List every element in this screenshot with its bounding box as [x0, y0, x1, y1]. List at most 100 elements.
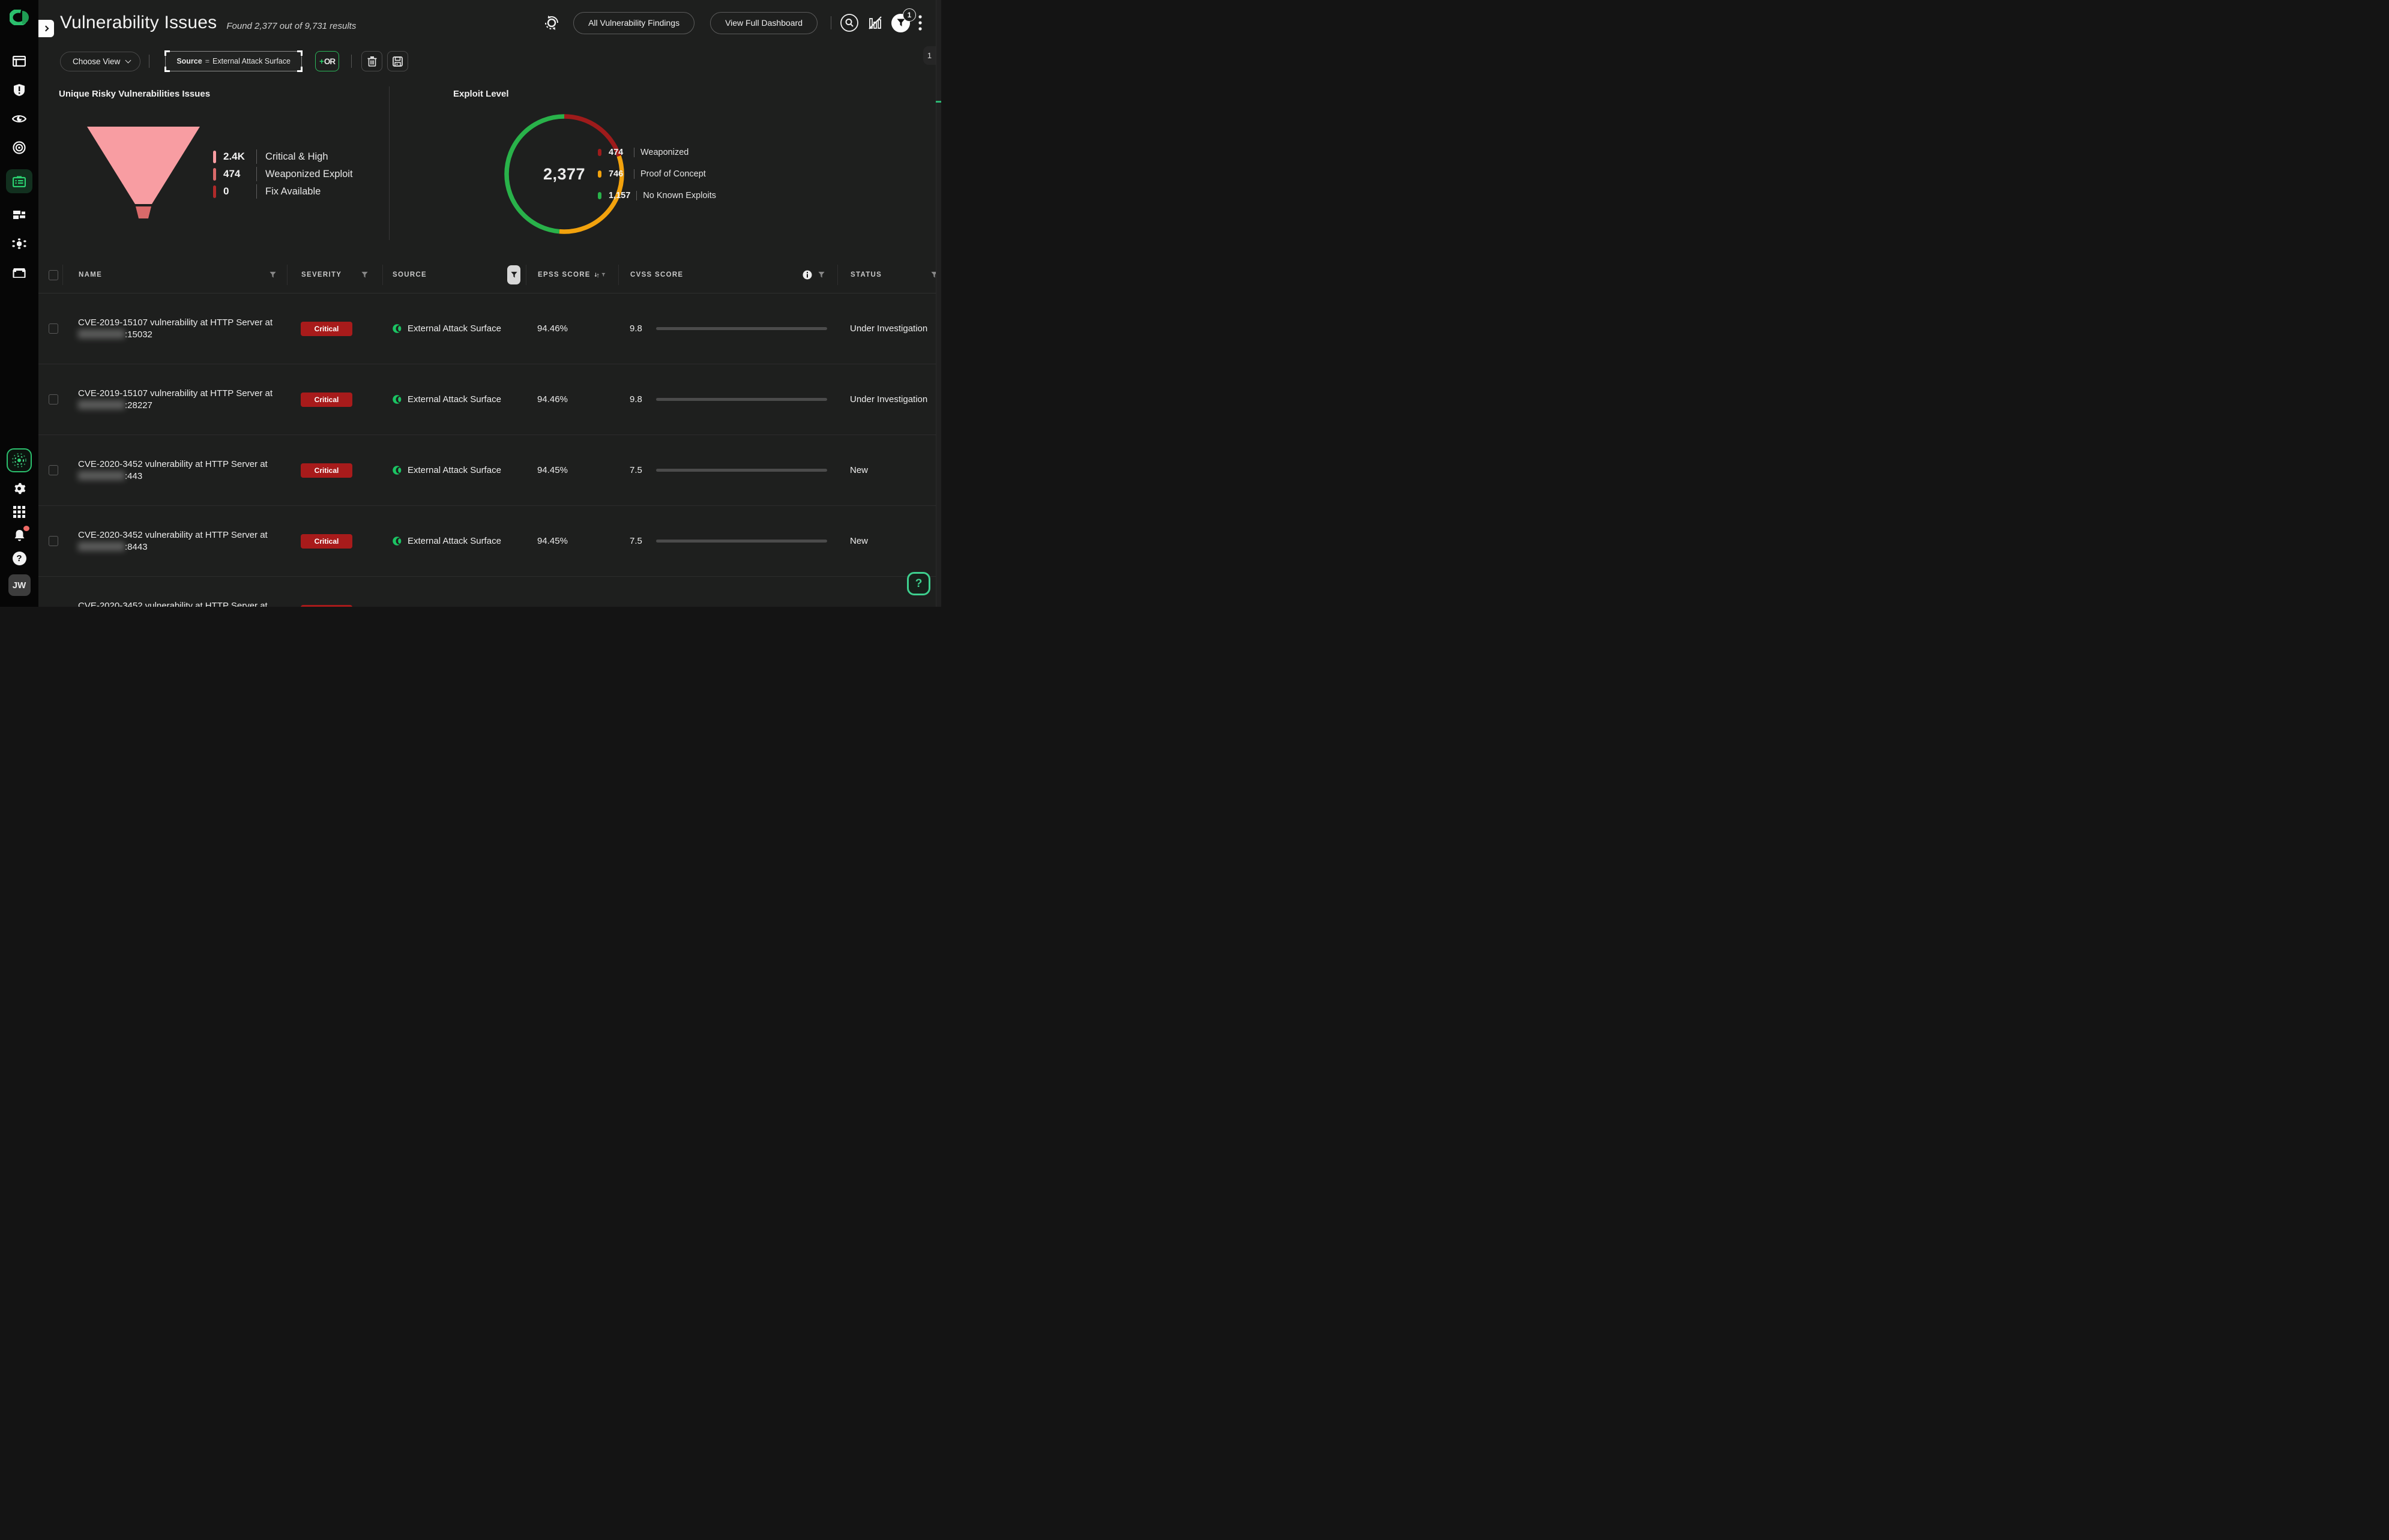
sidebar-help-icon[interactable]: ? [13, 552, 26, 565]
right-panel-strip[interactable] [936, 0, 941, 607]
choose-view-dropdown[interactable]: Choose View [60, 52, 140, 71]
refresh-icon[interactable] [543, 14, 560, 31]
legend-marker [213, 168, 216, 181]
vulnerability-name[interactable]: CVE-2020-3452 vulnerability at HTTP Serv… [78, 529, 268, 553]
sidebar-item-attack-paths-icon[interactable] [12, 236, 26, 251]
filter-icon[interactable] [818, 271, 825, 278]
legend-value: 746 [609, 169, 628, 179]
redacted-ip [78, 542, 125, 551]
vulnerability-name[interactable]: CVE-2020-3452 vulnerability at HTTP Serv… [78, 459, 268, 482]
sidebar: ? JW [0, 0, 38, 607]
table-row[interactable]: CVE-2019-15107 vulnerability at HTTP Ser… [38, 364, 941, 435]
apps-grid-icon[interactable] [12, 505, 26, 519]
legend-marker [598, 192, 601, 199]
donut-chart-title: Exploit Level [453, 89, 509, 99]
select-all-checkbox[interactable] [49, 270, 58, 280]
active-filters-button[interactable]: 1 [891, 14, 910, 32]
column-header-name: NAME [79, 271, 102, 278]
legend-value: 0 [223, 185, 256, 197]
filter-icon[interactable] [270, 271, 276, 278]
cvss-bar [656, 540, 827, 543]
funnel-chart [83, 123, 206, 222]
sort-icon[interactable] [594, 271, 600, 279]
orca-source-icon [392, 394, 402, 405]
legend-label: Critical & High [265, 151, 328, 163]
sidebar-item-dashboard[interactable] [12, 54, 26, 68]
settings-gear-icon[interactable] [12, 481, 26, 496]
column-header-severity: SEVERITY [301, 271, 342, 278]
hide-charts-icon[interactable] [867, 15, 883, 31]
sidebar-item-vulnerabilities-active[interactable] [6, 169, 32, 193]
funnel-icon [897, 19, 905, 27]
chevron-down-icon [125, 57, 131, 63]
vulnerability-name[interactable]: CVE-2020-3452 vulnerability at HTTP Serv… [78, 600, 268, 607]
save-view-icon[interactable] [387, 51, 408, 71]
vulnerability-name[interactable]: CVE-2019-15107 vulnerability at HTTP Ser… [78, 388, 273, 411]
status-label: Under Investigation [850, 394, 927, 405]
cvss-score: 9.8 [630, 394, 652, 405]
severity-badge: Critical [301, 322, 352, 336]
column-header-source: SOURCE [393, 271, 427, 278]
row-checkbox[interactable] [49, 536, 58, 546]
notifications-bell-icon[interactable] [12, 528, 26, 543]
view-full-dashboard-button[interactable]: View Full Dashboard [710, 12, 818, 34]
sidebar-item-inventory-icon[interactable] [12, 265, 26, 280]
orca-source-icon [392, 323, 402, 334]
legend-label: Weaponized [640, 148, 688, 157]
table-row[interactable]: CVE-2020-3452 vulnerability at HTTP Serv… [38, 506, 941, 577]
row-checkbox[interactable] [49, 394, 58, 405]
legend-label: Fix Available [265, 186, 321, 197]
sidebar-item-assets-icon[interactable] [12, 208, 26, 222]
filter-icon-active[interactable] [507, 265, 520, 284]
vulnerability-name[interactable]: CVE-2019-15107 vulnerability at HTTP Ser… [78, 317, 273, 340]
severity-badge: Critical [301, 463, 352, 478]
funnel-legend: 2.4K Critical & High 474 Weaponized Expl… [213, 149, 353, 202]
cvss-bar [656, 398, 827, 401]
row-checkbox[interactable] [49, 465, 58, 475]
cvss-score: 7.5 [630, 465, 652, 475]
sidebar-item-alerts-shield-icon[interactable] [12, 83, 26, 97]
side-panel-tab[interactable]: 1 [923, 46, 936, 65]
table-row[interactable]: CVE-2020-3452 vulnerability at HTTP Serv… [38, 577, 941, 607]
epss-score: 94.46% [537, 323, 568, 334]
table-row[interactable]: CVE-2020-3452 vulnerability at HTTP Serv… [38, 435, 941, 506]
delete-filter-trash-icon[interactable] [361, 51, 382, 71]
all-vulnerability-findings-button[interactable]: All Vulnerability Findings [573, 12, 694, 34]
plus-icon: + [319, 57, 324, 66]
info-icon[interactable] [803, 270, 812, 280]
kebab-menu-icon[interactable] [918, 15, 922, 31]
avatar-initials: JW [13, 580, 26, 591]
legend-value: 474 [223, 168, 256, 180]
search-icon[interactable] [840, 13, 859, 32]
legend-value: 474 [609, 148, 628, 157]
filter-bar: Choose View Source = External Attack Sur… [38, 46, 941, 77]
redacted-ip [78, 400, 125, 409]
scroll-indicator-tick [936, 101, 941, 103]
legend-marker [598, 170, 601, 178]
table-header: NAME SEVERITY SOURCE EPSS SCORE [38, 257, 941, 293]
legend-item: 474 Weaponized [598, 146, 716, 159]
sidebar-item-target-icon[interactable] [12, 140, 26, 155]
legend-marker [598, 149, 601, 156]
table-row[interactable]: CVE-2019-15107 vulnerability at HTTP Ser… [38, 293, 941, 364]
sidebar-item-visibility-eye-icon[interactable] [12, 112, 26, 126]
filter-icon[interactable] [361, 271, 368, 278]
chevron-right-icon [43, 26, 49, 32]
user-avatar[interactable]: JW [8, 574, 31, 596]
filter-icon[interactable] [601, 271, 606, 278]
expand-panel-button[interactable] [38, 20, 54, 37]
help-glyph: ? [16, 553, 22, 564]
cvss-bar [656, 327, 827, 330]
sidebar-item-ai-scanner-active[interactable] [7, 448, 32, 472]
filter-chip-source[interactable]: Source = External Attack Surface [165, 51, 302, 71]
charts-divider [389, 86, 390, 240]
status-label: New [850, 465, 868, 475]
orca-source-icon [392, 536, 402, 546]
severity-badge: Critical [301, 534, 352, 549]
orca-logo-icon [10, 10, 29, 25]
row-checkbox[interactable] [49, 323, 58, 334]
add-or-filter-button[interactable]: +OR [315, 51, 339, 71]
help-fab-button[interactable]: ? [907, 572, 930, 595]
epss-score: 94.45% [537, 536, 568, 546]
epss-score: 94.46% [537, 394, 568, 405]
